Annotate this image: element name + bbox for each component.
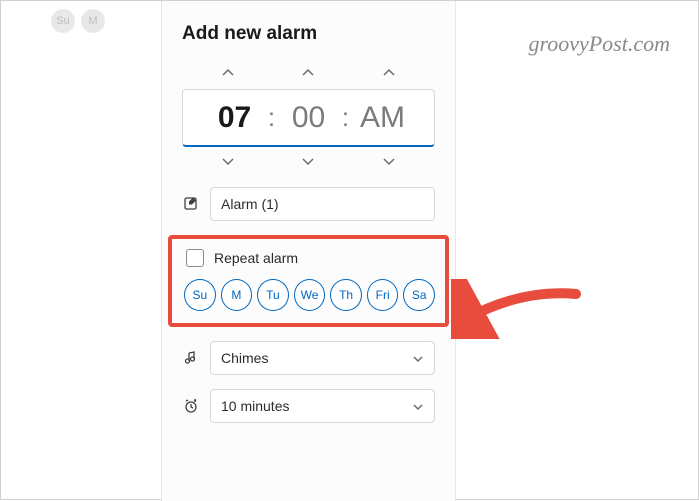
- watermark: groovyPost.com: [528, 31, 670, 57]
- chevron-down-icon: [412, 350, 424, 366]
- panel-title: Add new alarm: [182, 23, 435, 45]
- pill-m: M: [81, 9, 105, 33]
- minute-value[interactable]: 00: [279, 101, 339, 135]
- repeat-alarm-row: Repeat alarm: [182, 249, 435, 267]
- snooze-value: 10 minutes: [221, 398, 289, 414]
- time-up-arrows: [182, 63, 435, 85]
- annotation-arrow: [451, 279, 581, 339]
- alarm-name-row: Alarm (1): [182, 187, 435, 221]
- sound-select[interactable]: Chimes: [210, 341, 435, 375]
- day-sa[interactable]: Sa: [403, 279, 435, 311]
- repeat-checkbox[interactable]: [186, 249, 204, 267]
- pill-su: Su: [51, 9, 75, 33]
- svg-text:z: z: [194, 398, 197, 404]
- hour-down-button[interactable]: [198, 151, 258, 173]
- alarm-name-input[interactable]: Alarm (1): [210, 187, 435, 221]
- time-picker[interactable]: 07 : 00 : AM: [182, 89, 435, 147]
- snooze-icon: z: [182, 397, 200, 415]
- repeat-label: Repeat alarm: [214, 250, 298, 266]
- repeat-highlight: Repeat alarm Su M Tu We Th Fri Sa: [168, 235, 449, 327]
- add-alarm-panel: Add new alarm 07 : 00 : AM Alarm (1) Rep…: [161, 1, 456, 501]
- day-tu[interactable]: Tu: [257, 279, 289, 311]
- time-colon: :: [265, 102, 279, 133]
- chevron-down-icon: [412, 398, 424, 414]
- minute-up-button[interactable]: [278, 63, 338, 85]
- alarm-name-value: Alarm (1): [221, 196, 279, 212]
- day-we[interactable]: We: [294, 279, 326, 311]
- music-note-icon: [182, 349, 200, 367]
- day-fr[interactable]: Fri: [367, 279, 399, 311]
- day-th[interactable]: Th: [330, 279, 362, 311]
- sound-row: Chimes: [182, 341, 435, 375]
- day-su[interactable]: Su: [184, 279, 216, 311]
- day-m[interactable]: M: [221, 279, 253, 311]
- time-colon: :: [339, 102, 353, 133]
- hour-value[interactable]: 07: [205, 101, 265, 135]
- sound-value: Chimes: [221, 350, 268, 366]
- background-day-pills: Su M: [51, 9, 105, 33]
- day-selector: Su M Tu We Th Fri Sa: [182, 279, 435, 311]
- ampm-down-button[interactable]: [359, 151, 419, 173]
- minute-down-button[interactable]: [278, 151, 338, 173]
- ampm-value[interactable]: AM: [353, 101, 413, 135]
- time-down-arrows: [182, 151, 435, 173]
- snooze-row: z 10 minutes: [182, 389, 435, 423]
- ampm-up-button[interactable]: [359, 63, 419, 85]
- edit-icon: [182, 195, 200, 213]
- hour-up-button[interactable]: [198, 63, 258, 85]
- snooze-select[interactable]: 10 minutes: [210, 389, 435, 423]
